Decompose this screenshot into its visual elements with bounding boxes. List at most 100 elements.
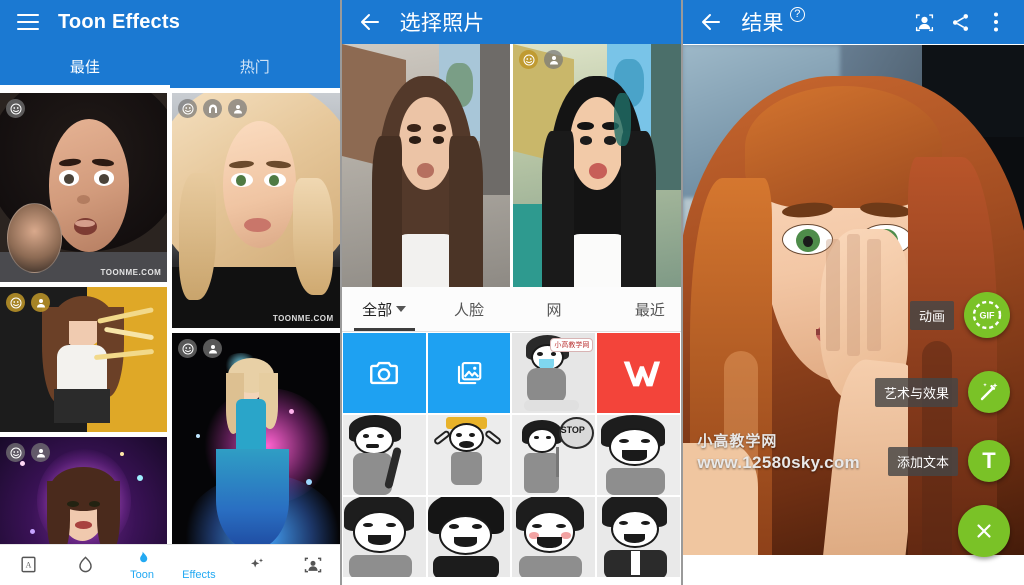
- close-button[interactable]: [958, 505, 1011, 557]
- animation-gif-button[interactable]: GIF: [964, 292, 1011, 338]
- camera-tile[interactable]: [341, 332, 427, 414]
- fab-text-label: 添加文本: [888, 446, 959, 476]
- person-icon: [31, 293, 50, 312]
- overflow-menu-icon: [994, 12, 999, 32]
- sticker-tile-wps[interactable]: [596, 332, 682, 414]
- gallery-icon: [457, 361, 482, 385]
- tab-popular[interactable]: 热门: [170, 44, 340, 88]
- effect-card-yellow-illustration[interactable]: [0, 287, 168, 432]
- photo-cartoonified[interactable]: [513, 44, 682, 287]
- sticker-tile-dark[interactable]: [426, 496, 512, 578]
- effect-card-toonme-3d[interactable]: TOONME.COM: [0, 93, 168, 282]
- filter-tab-web-label: 网: [546, 301, 562, 319]
- card-badges: [178, 99, 248, 118]
- gallery-tile[interactable]: [426, 332, 512, 414]
- sticker-tile-suit[interactable]: [596, 496, 682, 578]
- nav-item-magic[interactable]: [227, 545, 284, 585]
- filter-tab-all[interactable]: 全部: [342, 287, 427, 331]
- filter-tab-all-label: 全部: [362, 301, 393, 319]
- nav-item-face[interactable]: [284, 545, 340, 585]
- effect-card-blonde-toon[interactable]: TOONME.COM: [172, 93, 340, 328]
- app-bar-result: 结果 ?: [683, 0, 1024, 44]
- photo-compare-preview: [341, 44, 682, 287]
- filter-tab-faces-label: 人脸: [454, 301, 485, 319]
- droplet-icon: [78, 556, 92, 573]
- svg-text:GIF: GIF: [980, 311, 996, 321]
- card-badges: [6, 99, 25, 118]
- sticker-tile-guitar[interactable]: [341, 414, 427, 496]
- wps-logo-icon: [623, 361, 660, 387]
- tab-best[interactable]: 最佳: [0, 44, 170, 88]
- card-badges: [6, 443, 50, 462]
- page-title: 结果: [741, 12, 784, 35]
- art-effects-button[interactable]: [968, 371, 1011, 413]
- sticker-stop-label: STOP: [560, 424, 585, 435]
- share-icon: [952, 13, 968, 31]
- fab-animation-label: 动画: [910, 300, 955, 330]
- sticker-tile-jump[interactable]: [426, 414, 512, 496]
- photo-original[interactable]: [341, 44, 511, 287]
- filter-tab-recent-label: 最近: [634, 301, 665, 319]
- add-text-button[interactable]: T: [968, 440, 1011, 482]
- magic-wand-icon: [980, 383, 998, 401]
- bottom-navigation-bar: A Toon Effects: [0, 544, 340, 585]
- fab-text-row: 添加文本 T: [888, 440, 1011, 482]
- smiley-icon: [6, 443, 25, 462]
- effects-masonry-grid: TOONME.COM TOONME.COM: [0, 88, 340, 585]
- nav-item-paint[interactable]: [57, 545, 114, 585]
- tab-bar-home: 最佳 热门: [0, 44, 340, 88]
- photo-source-filter-bar: 全部 人脸 网 最近: [341, 287, 682, 332]
- nav-item-effects[interactable]: Effects: [170, 545, 227, 585]
- card-badges: [6, 293, 50, 312]
- text-icon: T: [982, 448, 996, 473]
- sticker-watermark: 小高教学网: [550, 338, 594, 352]
- photo-thumbnail-grid: 小高教学网 STOP: [341, 332, 682, 578]
- hair-icon: [203, 99, 223, 118]
- masonry-column-left: TOONME.COM: [0, 93, 168, 585]
- result-bottom-area: [683, 555, 1024, 585]
- arrow-back-icon[interactable]: [693, 4, 729, 40]
- sparkle-icon: [250, 557, 263, 567]
- fab-effects-row: 艺术与效果: [875, 371, 1011, 413]
- gif-icon: GIF: [972, 300, 1002, 330]
- filter-tab-web[interactable]: 网: [512, 287, 597, 331]
- person-icon: [228, 99, 248, 118]
- three-panel-screenshot: Toon Effects 最佳 热门 TOONME.COM TOONME.COM…: [0, 0, 1024, 585]
- sticker-tile-crying[interactable]: 小高教学网: [511, 332, 597, 414]
- smiley-icon: [6, 293, 25, 312]
- nav-item-effects-label: Effects: [182, 568, 216, 581]
- smiley-icon: [519, 50, 539, 69]
- close-fab-wrapper: [958, 505, 1011, 557]
- fab-effects-label: 艺术与效果: [875, 377, 959, 407]
- page-title: Toon Effects: [58, 10, 181, 33]
- help-icon[interactable]: ?: [789, 7, 805, 22]
- hamburger-icon[interactable]: [10, 4, 46, 40]
- chevron-down-icon: [396, 306, 407, 312]
- arrow-back-icon[interactable]: [352, 4, 388, 40]
- card-watermark: TOONME.COM: [100, 268, 162, 277]
- person-icon: [31, 443, 50, 462]
- filter-tab-faces[interactable]: 人脸: [427, 287, 512, 331]
- panel-select-photo: 选择照片 全部 人脸 网 最近 小高教学网 STOP: [341, 0, 682, 585]
- close-icon: [977, 524, 991, 538]
- sticker-tile-laugh[interactable]: [596, 414, 682, 496]
- share-button[interactable]: [942, 4, 978, 40]
- tab-best-label: 最佳: [69, 58, 100, 76]
- nav-item-frames[interactable]: A: [0, 545, 57, 585]
- overflow-menu-button[interactable]: [978, 4, 1014, 40]
- nav-item-toon[interactable]: Toon: [114, 545, 171, 585]
- card-watermark: TOONME.COM: [272, 314, 334, 323]
- sticker-tile-bowl[interactable]: [341, 496, 427, 578]
- tab-popular-label: 热门: [239, 58, 270, 76]
- page-title: 选择照片: [399, 12, 485, 35]
- masonry-column-right: TOONME.COM: [172, 93, 340, 585]
- sticker-tile-stop[interactable]: STOP: [511, 414, 597, 496]
- filter-tab-recent[interactable]: 最近: [596, 287, 681, 331]
- app-bar-home: Toon Effects: [0, 0, 340, 44]
- sticker-tile-grin[interactable]: [511, 496, 597, 578]
- smiley-icon: [178, 339, 198, 358]
- person-icon: [544, 50, 564, 69]
- face-frame-icon: [304, 557, 321, 573]
- panel-result: 结果 ? 小高教学网 www.12580sky.com 动画 GIF 艺术与效果…: [683, 0, 1024, 585]
- face-crop-button[interactable]: [906, 4, 942, 40]
